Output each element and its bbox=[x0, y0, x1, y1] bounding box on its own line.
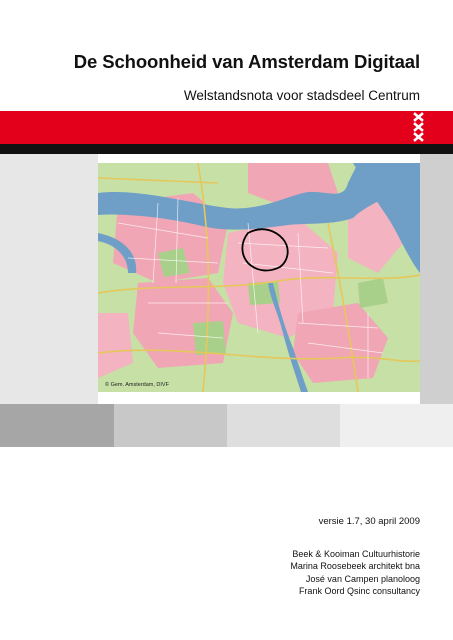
map-credit: © Gem. Amsterdam, DIVF bbox=[105, 382, 169, 388]
right-grey-panel bbox=[420, 154, 453, 404]
red-band bbox=[0, 111, 453, 144]
credits-block: Beek & Kooiman Cultuurhistorie Marina Ro… bbox=[290, 548, 420, 597]
credit-line: Frank Oord Qsinc consultancy bbox=[298, 585, 420, 596]
left-grey-panel bbox=[0, 154, 98, 404]
credit-line: Beek & Kooiman Cultuurhistorie bbox=[292, 549, 420, 559]
page-subtitle: Welstandsnota voor stadsdeel Centrum bbox=[183, 88, 420, 103]
amsterdam-crosses bbox=[413, 111, 425, 143]
page-title: De Schoonheid van Amsterdam Digitaal bbox=[73, 51, 420, 72]
grey-strip-1 bbox=[0, 404, 114, 447]
grey-strip-3 bbox=[227, 404, 340, 447]
andreas-cross-icon bbox=[413, 132, 424, 142]
andreas-cross-icon bbox=[413, 112, 424, 122]
credit-line: José van Campen planoloog bbox=[305, 573, 420, 584]
credit-line: Marina Roosebeek architekt bna bbox=[290, 561, 420, 572]
grey-strip-4 bbox=[340, 404, 453, 447]
version-line: versie 1.7, 30 april 2009 bbox=[318, 516, 420, 527]
andreas-cross-icon bbox=[413, 122, 424, 132]
black-band bbox=[0, 144, 453, 154]
grey-strip-2 bbox=[114, 404, 227, 447]
city-map bbox=[98, 163, 420, 392]
